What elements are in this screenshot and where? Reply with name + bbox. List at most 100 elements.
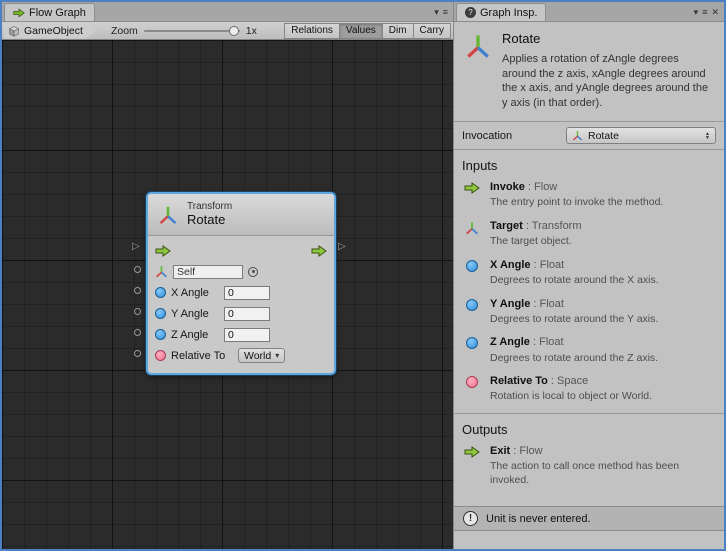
- float-port-icon: [462, 259, 482, 288]
- separator: :: [530, 298, 539, 310]
- port-description: Degrees to rotate around the Y axis.: [490, 313, 658, 327]
- exit-port-connector-icon[interactable]: ▷: [338, 242, 346, 252]
- relative-to-label: Relative To: [171, 350, 233, 362]
- port-name: Y Angle: [490, 298, 530, 310]
- y-angle-input[interactable]: [224, 307, 270, 321]
- x-angle-input[interactable]: [224, 286, 270, 300]
- x-angle-port-connector-icon[interactable]: [134, 287, 141, 294]
- input-item-target: Target : Transform The target object.: [454, 217, 724, 256]
- graph-inspector-icon: ?: [465, 7, 476, 18]
- port-type: Flow: [534, 181, 557, 193]
- dropdown-caret-icon: ▾: [275, 351, 279, 360]
- rotate-node[interactable]: Transform Rotate: [146, 192, 336, 375]
- target-port-connector-icon[interactable]: [134, 266, 141, 273]
- node-title: Rotate: [187, 213, 232, 228]
- y-angle-port-icon[interactable]: [155, 308, 166, 319]
- rotate-node-header[interactable]: Transform Rotate: [148, 194, 334, 236]
- dropdown-spinner-icon: ▲ ▼: [705, 132, 710, 140]
- node-right-rail: ▷: [336, 192, 352, 375]
- unit-summary-text: Rotate Applies a rotation of zAngle degr…: [502, 31, 714, 110]
- tab-graph-inspector[interactable]: ? Graph Insp.: [456, 3, 546, 21]
- port-name: Invoke: [490, 181, 525, 193]
- relative-to-port-icon[interactable]: [155, 350, 166, 361]
- warning-icon: !: [463, 511, 478, 526]
- breadcrumb-gameobject[interactable]: GameObject: [4, 23, 97, 39]
- node-body: X Angle Y Angle Z Angle: [148, 236, 334, 373]
- x-angle-port-icon[interactable]: [155, 287, 166, 298]
- port-description: The target object.: [490, 235, 582, 249]
- target-transform-port-icon[interactable]: [155, 265, 168, 278]
- x-angle-port-row: X Angle: [155, 282, 327, 303]
- flow-port-icon: [462, 181, 482, 210]
- node-left-rail: ▷: [130, 192, 146, 375]
- toolbar-toggle-group: Relations Values Dim Carry: [285, 23, 451, 39]
- invocation-label: Invocation: [462, 130, 512, 142]
- values-button[interactable]: Values: [339, 23, 383, 39]
- z-angle-port-row: Z Angle: [155, 324, 327, 345]
- x-angle-label: X Angle: [171, 287, 219, 299]
- flow-graph-icon: [13, 8, 25, 18]
- input-item-y-angle: Y Angle : Float Degrees to rotate around…: [454, 295, 724, 334]
- separator: :: [530, 336, 539, 348]
- transform-axes-icon: [465, 33, 491, 59]
- transform-axes-icon: [158, 205, 178, 225]
- z-angle-input[interactable]: [224, 328, 270, 342]
- pane-menu-icon[interactable]: ≡: [702, 8, 707, 17]
- flow-graph-pane: Flow Graph ▾ ≡ GameObject Zoom 1x: [2, 2, 454, 549]
- unit-description: Applies a rotation of zAngle degrees aro…: [502, 52, 714, 110]
- carry-button[interactable]: Carry: [413, 23, 451, 39]
- z-angle-port-icon[interactable]: [155, 329, 166, 340]
- rotate-node-wrapper: ▷ Transf: [130, 192, 352, 375]
- relative-to-dropdown[interactable]: World ▾: [238, 348, 285, 363]
- bottom-strip: [454, 531, 724, 549]
- target-port-row: [155, 261, 327, 282]
- relations-button[interactable]: Relations: [284, 23, 340, 39]
- zoom-value: 1x: [246, 25, 257, 37]
- graph-inspector-pane: ? Graph Insp. ▾ ≡ ✕ Rot: [454, 2, 724, 549]
- relative-to-port-connector-icon[interactable]: [134, 350, 141, 357]
- port-type: Float: [540, 298, 564, 310]
- port-type: Space: [557, 375, 588, 387]
- pane-caret-icon[interactable]: ▾: [434, 8, 439, 17]
- invocation-value: Rotate: [588, 130, 619, 142]
- graph-inspector-body: Rotate Applies a rotation of zAngle degr…: [454, 22, 724, 549]
- self-field[interactable]: [173, 265, 243, 279]
- warning-text: Unit is never entered.: [486, 513, 591, 525]
- y-angle-port-connector-icon[interactable]: [134, 308, 141, 315]
- transform-axes-icon: [462, 220, 482, 249]
- z-angle-port-connector-icon[interactable]: [134, 329, 141, 336]
- port-name: Exit: [490, 445, 510, 457]
- flow-graph-toolbar: GameObject Zoom 1x Relations Values Dim …: [2, 22, 453, 40]
- separator: :: [531, 259, 540, 271]
- invoke-flow-port-icon[interactable]: [155, 245, 171, 257]
- output-item-exit: Exit : Flow The action to call once meth…: [454, 442, 724, 494]
- outputs-header: Outputs: [454, 413, 724, 442]
- tab-flow-graph-label: Flow Graph: [29, 7, 86, 19]
- flow-port-row: [155, 240, 327, 261]
- exit-flow-port-icon[interactable]: [311, 245, 327, 257]
- input-item-invoke: Invoke : Flow The entry point to invoke …: [454, 178, 724, 217]
- pane-caret-icon[interactable]: ▾: [694, 8, 699, 17]
- close-icon[interactable]: ✕: [711, 8, 719, 17]
- dim-button[interactable]: Dim: [382, 23, 414, 39]
- zoom-slider[interactable]: [144, 30, 240, 32]
- separator: :: [548, 375, 557, 387]
- input-item-z-angle: Z Angle : Float Degrees to rotate around…: [454, 333, 724, 372]
- invocation-dropdown[interactable]: Rotate ▲ ▼: [566, 127, 716, 144]
- port-description: The action to call once method has been …: [490, 460, 716, 487]
- node-titles: Transform Rotate: [187, 201, 232, 227]
- warning-bar: ! Unit is never entered.: [454, 506, 724, 531]
- y-angle-label: Y Angle: [171, 308, 219, 320]
- zoom-slider-thumb[interactable]: [229, 26, 239, 36]
- unity-window: Flow Graph ▾ ≡ GameObject Zoom 1x: [0, 0, 726, 551]
- pane-menu-icon[interactable]: ≡: [443, 8, 448, 17]
- enum-port-icon: [462, 375, 482, 404]
- port-type: Float: [539, 336, 563, 348]
- input-item-x-angle: X Angle : Float Degrees to rotate around…: [454, 256, 724, 295]
- float-port-icon: [462, 336, 482, 365]
- port-description: The entry point to invoke the method.: [490, 196, 663, 210]
- tab-flow-graph[interactable]: Flow Graph: [4, 3, 95, 21]
- graph-canvas[interactable]: ▷ Transf: [2, 40, 453, 549]
- invoke-port-connector-icon[interactable]: ▷: [132, 242, 140, 252]
- object-picker-icon[interactable]: [248, 267, 258, 277]
